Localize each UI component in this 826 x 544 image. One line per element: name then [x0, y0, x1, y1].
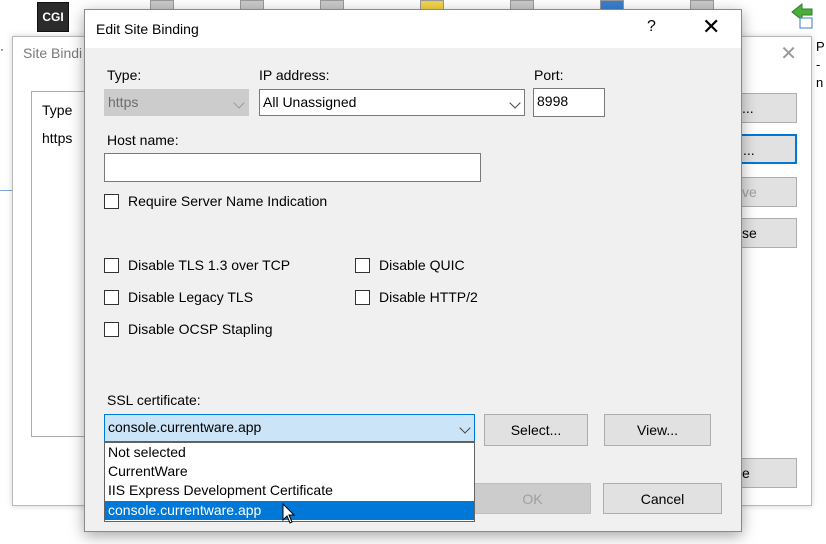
checkbox-box[interactable]: [104, 321, 119, 337]
checkbox-box[interactable]: [104, 289, 119, 305]
checkbox-label: Disable OCSP Stapling: [128, 321, 273, 337]
bullet-text: ·: [0, 42, 4, 56]
chevron-down-icon: [459, 422, 471, 434]
chevron-down-icon: [233, 97, 245, 109]
checkbox-label: Disable HTTP/2: [379, 289, 478, 305]
ssl-certificate-select[interactable]: console.currentware.app: [104, 414, 475, 442]
disable-http2-checkbox[interactable]: Disable HTTP/2: [355, 288, 478, 306]
cgi-icon[interactable]: CGI: [37, 2, 69, 32]
ok-button[interactable]: OK: [474, 483, 591, 514]
edit-site-binding-dialog: Edit Site Binding ? ✕ Type: https IP add…: [84, 9, 742, 532]
chevron-down-icon: [509, 97, 521, 109]
ssl-certificate-value: console.currentware.app: [108, 419, 262, 435]
select-button[interactable]: Select...: [484, 414, 588, 446]
partial-label: P - n: [816, 39, 825, 90]
view-button[interactable]: View...: [604, 414, 711, 446]
disable-legacy-tls-checkbox[interactable]: Disable Legacy TLS: [104, 288, 253, 306]
sni-checkbox[interactable]: Require Server Name Indication: [104, 192, 327, 210]
ssl-certificate-label: SSL certificate:: [107, 392, 201, 408]
checkbox-box[interactable]: [355, 257, 370, 273]
host-name-label: Host name:: [107, 132, 179, 148]
port-input[interactable]: 8998: [533, 88, 605, 117]
dropdown-option[interactable]: IIS Express Development Certificate: [105, 481, 474, 500]
checkbox-box[interactable]: [104, 193, 119, 209]
list-header-type: Type: [42, 102, 73, 118]
checkbox-label: Disable Legacy TLS: [128, 289, 254, 305]
site-bindings-title: Site Bindi: [23, 45, 83, 61]
port-label: Port:: [534, 67, 564, 83]
checkbox-label: Disable QUIC: [379, 257, 465, 273]
ip-address-label: IP address:: [259, 67, 330, 83]
checkbox-label: Disable TLS 1.3 over TCP: [128, 257, 291, 273]
list-item[interactable]: https: [42, 130, 72, 146]
checkbox-box[interactable]: [355, 289, 370, 305]
help-icon[interactable]: ?: [647, 18, 656, 36]
cancel-button[interactable]: Cancel: [603, 483, 722, 514]
dropdown-option[interactable]: Not selected: [105, 443, 474, 462]
disable-quic-checkbox[interactable]: Disable QUIC: [355, 256, 465, 274]
dialog-title: Edit Site Binding: [96, 21, 199, 37]
disable-ocsp-stapling-checkbox[interactable]: Disable OCSP Stapling: [104, 320, 272, 338]
sni-label: Require Server Name Indication: [128, 193, 328, 209]
type-select[interactable]: https: [104, 89, 249, 116]
checkbox-box[interactable]: [104, 257, 119, 273]
close-icon[interactable]: ✕: [780, 41, 797, 66]
type-value: https: [108, 94, 139, 110]
host-name-input[interactable]: [104, 153, 481, 182]
type-label: Type:: [107, 67, 142, 83]
arrow-icon[interactable]: [788, 0, 814, 30]
dropdown-option[interactable]: CurrentWare: [105, 462, 474, 481]
port-value: 8998: [537, 93, 569, 109]
mouse-cursor-icon: [282, 503, 296, 524]
ip-address-select[interactable]: All Unassigned: [259, 89, 525, 116]
disable-tls13-checkbox[interactable]: Disable TLS 1.3 over TCP: [104, 256, 290, 274]
close-icon[interactable]: ✕: [702, 14, 720, 40]
ip-address-value: All Unassigned: [263, 94, 357, 110]
